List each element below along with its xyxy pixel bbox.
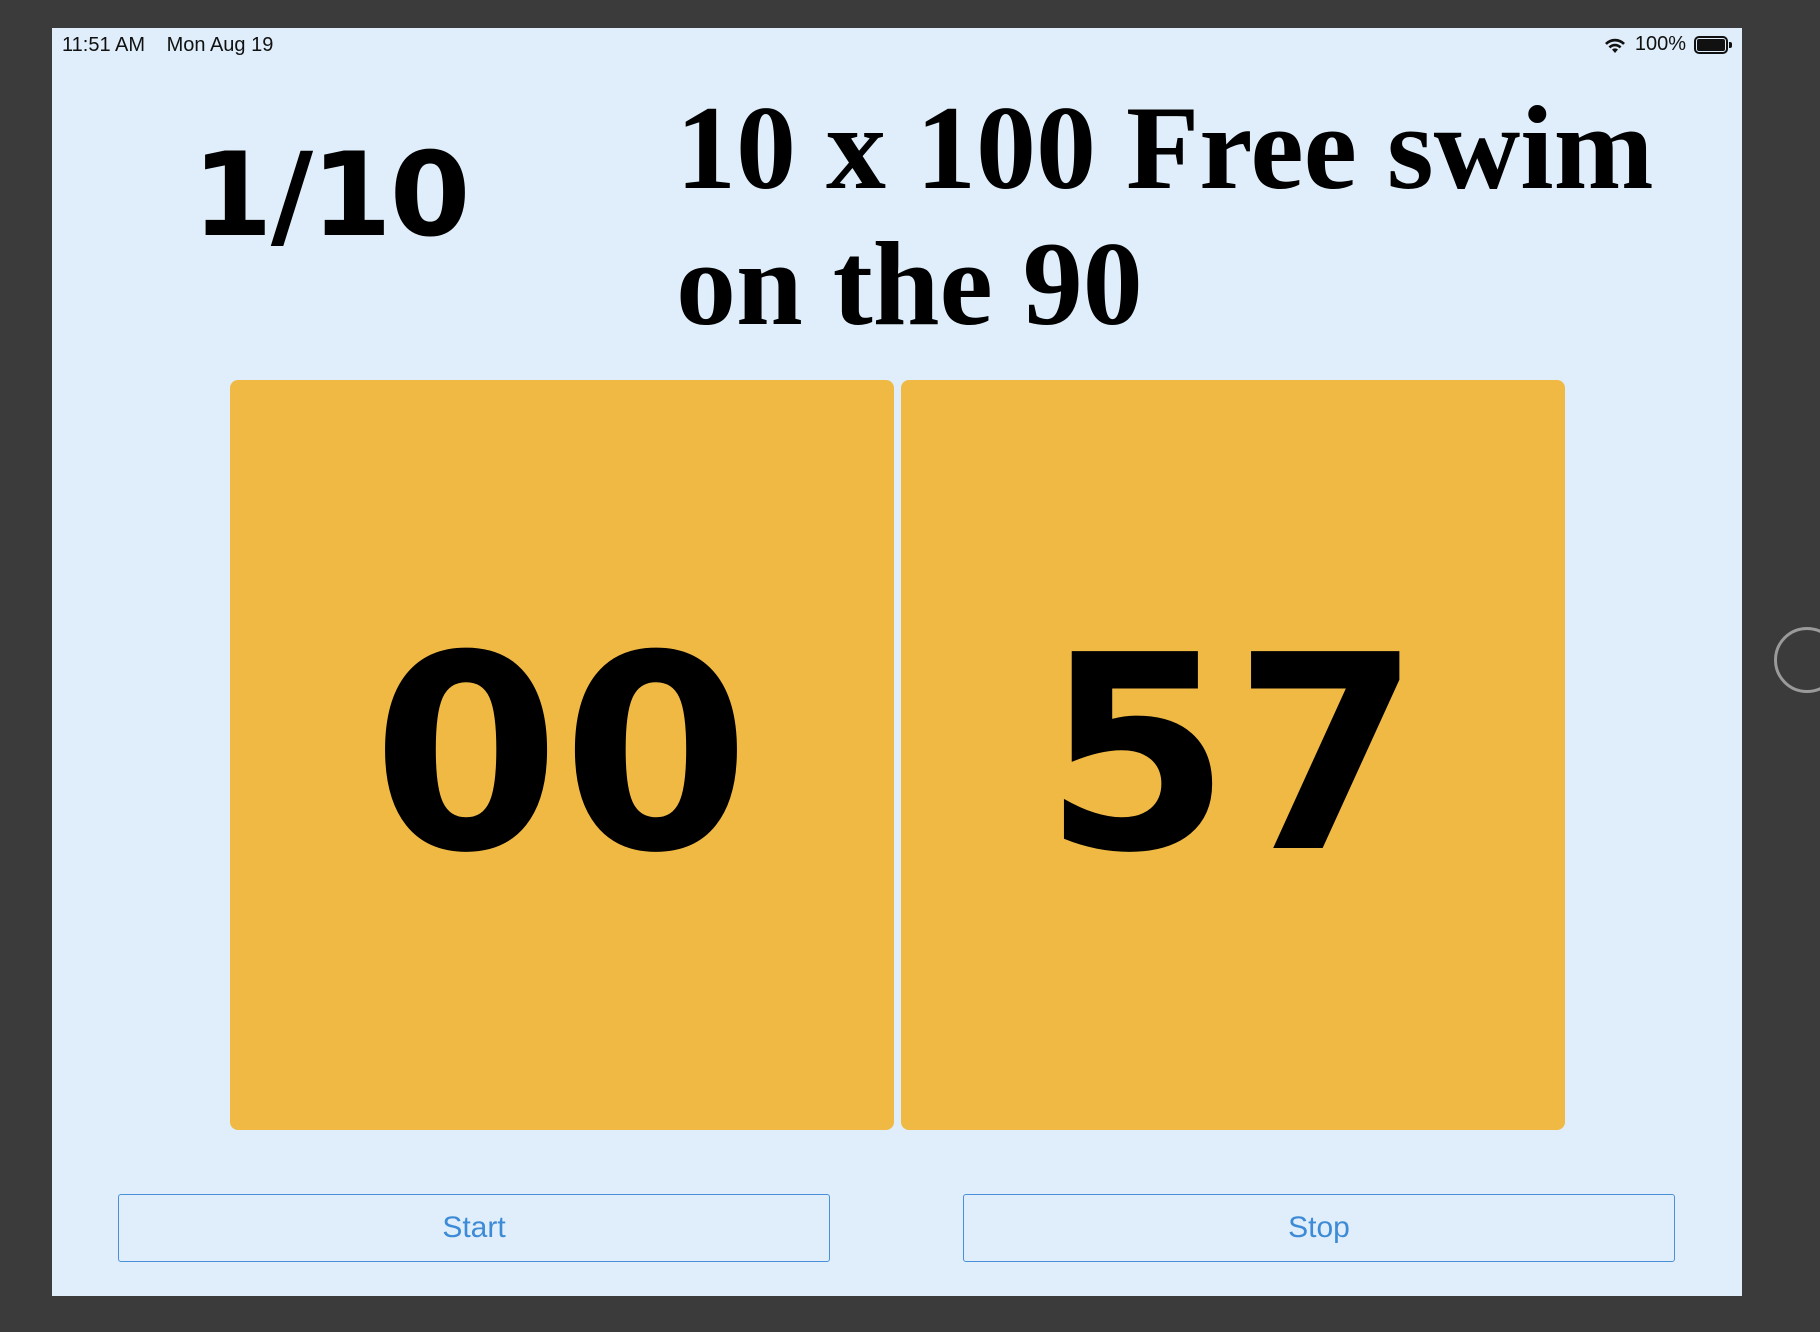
device-frame: 11:51 AM Mon Aug 19 100% 1/10 10 x 100 F… [0, 0, 1820, 1332]
workout-title: 10 x 100 Free swim on the 90 [676, 81, 1654, 350]
battery-percent: 100% [1634, 33, 1686, 55]
timer-seconds: 57 [1043, 597, 1423, 912]
assistive-touch-button[interactable] [1774, 627, 1820, 693]
battery-icon [1694, 35, 1732, 54]
stop-button[interactable]: Stop [963, 1194, 1675, 1262]
timer-minutes: 00 [372, 597, 752, 912]
status-left: 11:51 AM Mon Aug 19 [62, 34, 289, 57]
wifi-icon [1603, 36, 1627, 54]
timer-seconds-panel: 57 [901, 380, 1565, 1130]
status-bar: 11:51 AM Mon Aug 19 100% [52, 28, 1742, 62]
status-date: Mon Aug 19 [166, 34, 274, 56]
app-screen: 11:51 AM Mon Aug 19 100% 1/10 10 x 100 F… [52, 28, 1742, 1296]
status-time: 11:51 AM [62, 34, 146, 56]
start-button[interactable]: Start [118, 1194, 830, 1262]
battery-fill [1697, 38, 1725, 51]
rep-counter: 1/10 [192, 128, 471, 263]
timer-minutes-panel: 00 [230, 380, 894, 1130]
status-right: 100% [1603, 33, 1732, 56]
